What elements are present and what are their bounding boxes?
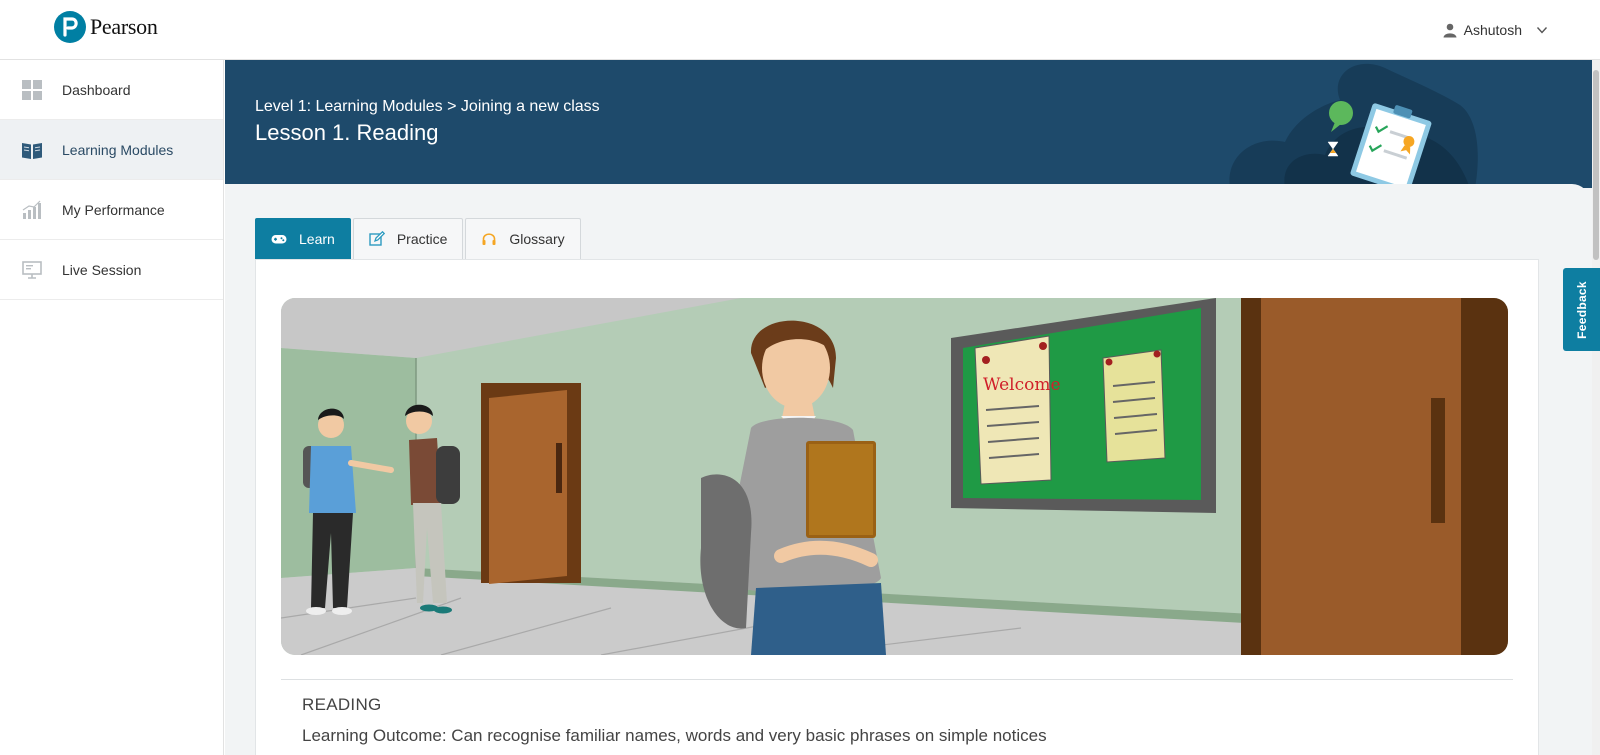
learning-outcome: Learning Outcome: Can recognise familiar… <box>302 726 1047 745</box>
page-title: Lesson 1. Reading <box>255 120 439 145</box>
bar-chart-icon <box>22 200 41 219</box>
sidebar: Dashboard Learning Modules My Performanc… <box>0 60 224 755</box>
brand-name: Pearson <box>90 14 158 39</box>
section-heading: READING <box>302 695 382 714</box>
sidebar-item-label: My Performance <box>62 201 165 218</box>
tab-label: Glossary <box>509 231 565 247</box>
presentation-screen-icon <box>22 260 42 279</box>
sidebar-item-label: Learning Modules <box>62 141 174 158</box>
scrollbar-thumb[interactable] <box>1593 70 1599 260</box>
pearson-logo-icon <box>54 11 86 43</box>
feedback-button[interactable]: Feedback <box>1563 268 1600 351</box>
pearson-logo[interactable]: Pearson <box>54 11 158 43</box>
user-name: Ashutosh <box>1463 22 1522 38</box>
page-scrollbar[interactable] <box>1592 60 1600 755</box>
checklist-illustration-icon <box>1229 63 1478 188</box>
chevron-down-icon <box>1536 27 1548 34</box>
user-icon <box>1443 23 1457 38</box>
dashboard-grid-icon <box>22 79 42 100</box>
sidebar-item-label: Live Session <box>62 261 142 278</box>
sidebar-item-learning-modules[interactable]: Learning Modules <box>0 120 223 180</box>
tab-label: Learn <box>299 231 335 247</box>
breadcrumb[interactable]: Level 1: Learning Modules > Joining a ne… <box>255 98 600 116</box>
sidebar-item-my-performance[interactable]: My Performance <box>0 180 223 240</box>
sidebar-item-live-session[interactable]: Live Session <box>0 240 223 300</box>
edit-icon <box>369 231 385 246</box>
book-icon <box>22 142 42 159</box>
tab-learn[interactable]: Learn <box>255 218 351 259</box>
user-menu[interactable]: Ashutosh <box>1442 22 1548 38</box>
tab-glossary[interactable]: Glossary <box>465 218 581 259</box>
section-divider <box>281 679 1513 680</box>
feedback-label: Feedback <box>1574 280 1589 339</box>
sidebar-item-dashboard[interactable]: Dashboard <box>0 60 223 120</box>
tab-practice[interactable]: Practice <box>352 218 464 259</box>
tab-label: Practice <box>396 231 448 247</box>
gamepad-icon <box>271 235 287 244</box>
headphones-icon <box>482 233 496 245</box>
sidebar-item-label: Dashboard <box>62 81 131 98</box>
welcome-sign-text: Welcome <box>983 375 1061 395</box>
lesson-banner: Level 1: Learning Modules > Joining a ne… <box>225 60 1600 188</box>
lesson-tabs: Learn Practice Glossary <box>255 218 583 259</box>
main-content: Level 1: Learning Modules > Joining a ne… <box>225 60 1600 755</box>
hallway-scene-image: Welcome <box>281 298 1508 655</box>
lesson-panel: Welcome READING Learning Outcome: Can re… <box>255 259 1539 755</box>
content-top-edge <box>225 184 1590 204</box>
top-bar: Pearson Ashutosh <box>0 0 1600 60</box>
